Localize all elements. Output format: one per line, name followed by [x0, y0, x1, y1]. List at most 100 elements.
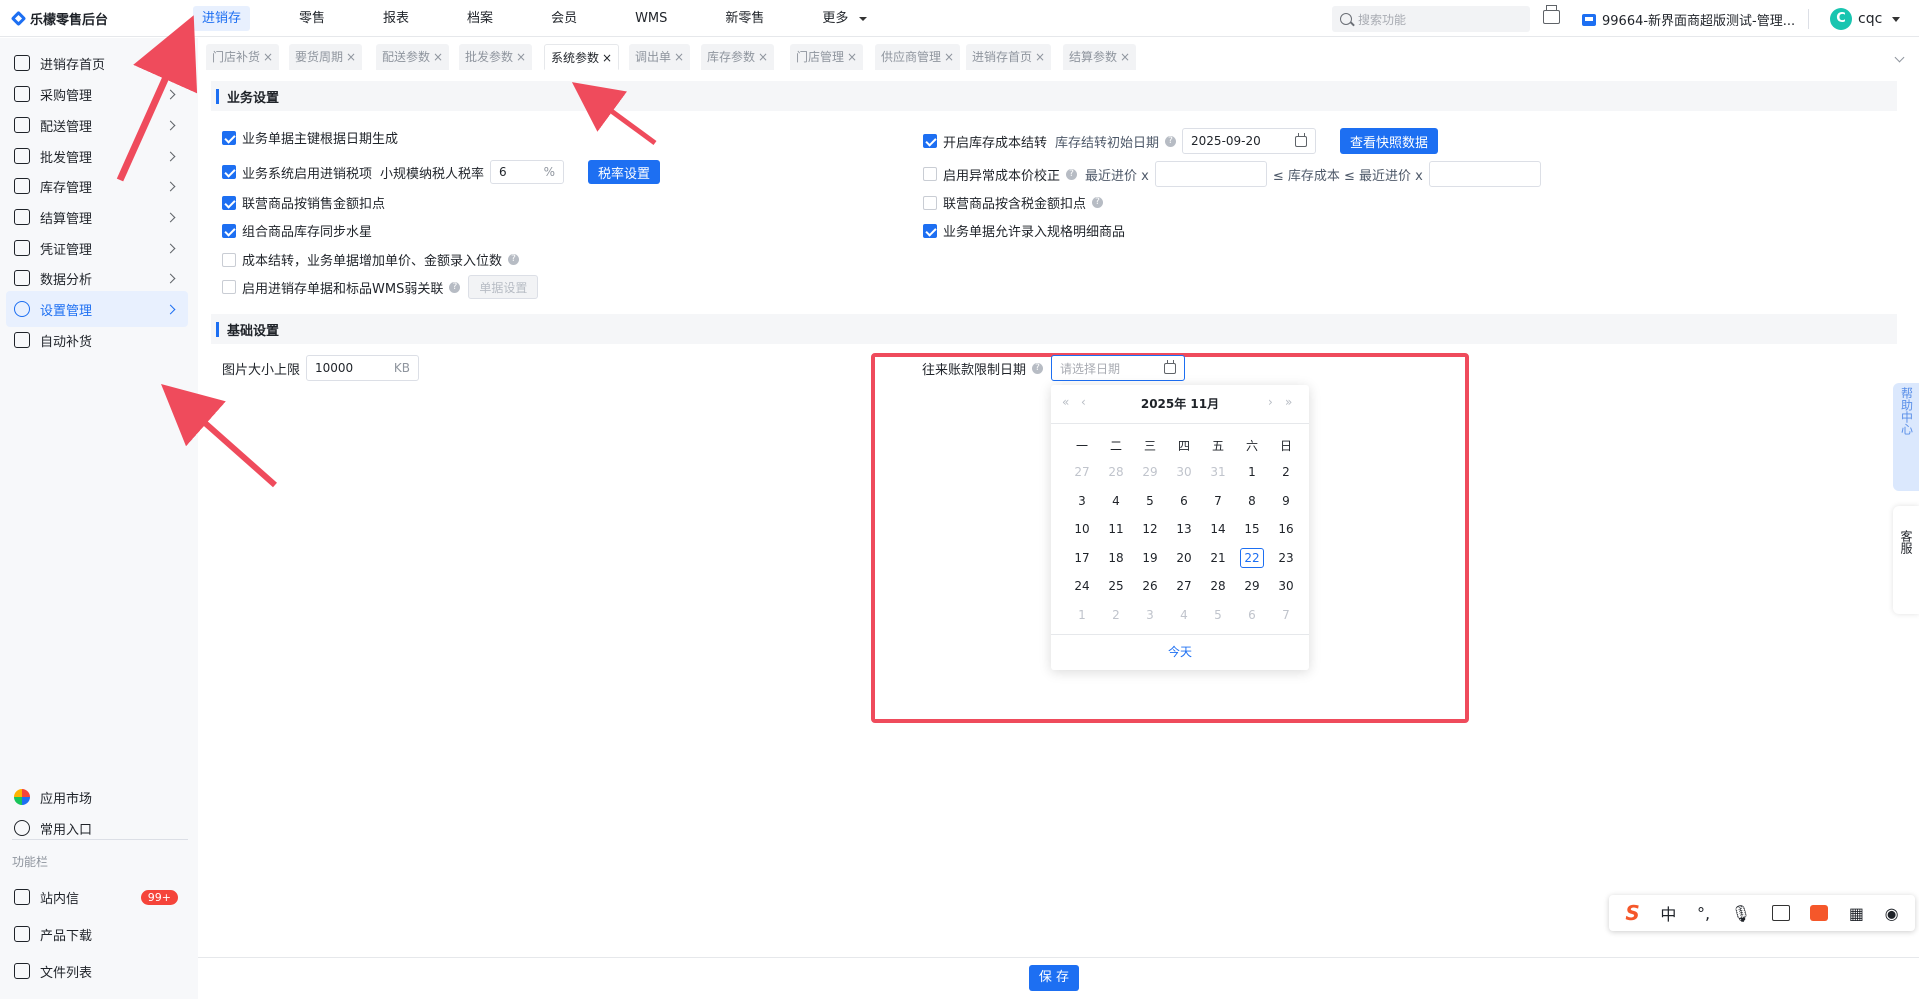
- tab-item[interactable]: 供应商管理 ×: [875, 44, 961, 70]
- tab-item[interactable]: 要货周期 ×: [289, 44, 363, 70]
- ar-limit-date-input[interactable]: 请选择日期: [1051, 355, 1185, 381]
- calendar-day[interactable]: 14: [1206, 519, 1230, 539]
- calendar-day[interactable]: 15: [1240, 519, 1264, 539]
- close-icon[interactable]: ×: [1035, 50, 1045, 64]
- sidebar-item-downloads[interactable]: 产品下载: [6, 916, 188, 952]
- image-limit-input[interactable]: 10000 KB: [306, 355, 420, 381]
- search-input[interactable]: 搜索功能: [1332, 6, 1530, 32]
- calendar-day[interactable]: 27: [1070, 462, 1094, 482]
- tab-item[interactable]: 门店管理 ×: [790, 44, 864, 70]
- close-icon[interactable]: ×: [847, 50, 857, 64]
- calendar-day[interactable]: 26: [1138, 576, 1162, 596]
- printer-icon[interactable]: [1543, 5, 1560, 24]
- calendar-day[interactable]: 28: [1104, 462, 1128, 482]
- skin-icon[interactable]: [1810, 905, 1829, 921]
- calendar-day[interactable]: 1: [1070, 605, 1094, 625]
- help-icon[interactable]: ?: [1092, 197, 1104, 208]
- tab-item[interactable]: 进销存首页 ×: [966, 44, 1052, 70]
- calendar-day[interactable]: 13: [1172, 519, 1196, 539]
- calendar-day[interactable]: 30: [1172, 462, 1196, 482]
- calendar-day[interactable]: 2: [1274, 462, 1298, 482]
- save-button[interactable]: 保 存: [1029, 965, 1079, 991]
- close-icon[interactable]: ×: [1120, 50, 1130, 64]
- checkbox-tax-items[interactable]: [222, 165, 236, 179]
- mascot-icon[interactable]: ◉: [1885, 904, 1899, 923]
- next-year-icon[interactable]: »: [1285, 395, 1292, 409]
- close-icon[interactable]: ×: [346, 50, 356, 64]
- calendar-day[interactable]: 17: [1070, 548, 1094, 568]
- checkbox-date-key[interactable]: [222, 130, 236, 145]
- document-settings-button[interactable]: 单据设置: [468, 275, 539, 299]
- help-icon[interactable]: ?: [508, 254, 520, 265]
- tax-rate-settings-button[interactable]: 税率设置: [588, 160, 661, 184]
- tab-item[interactable]: 门店补货 ×: [206, 44, 280, 70]
- help-icon[interactable]: ?: [1066, 168, 1078, 180]
- today-button[interactable]: 今天: [1051, 643, 1309, 660]
- calendar-day[interactable]: 29: [1138, 462, 1162, 482]
- close-icon[interactable]: ×: [263, 50, 273, 64]
- checkbox-cost-carryover[interactable]: [923, 134, 937, 148]
- calendar-day[interactable]: 16: [1274, 519, 1298, 539]
- calendar-day[interactable]: 1: [1240, 462, 1264, 482]
- calendar-day[interactable]: 23: [1274, 548, 1298, 568]
- topnav-item[interactable]: 零售: [290, 6, 334, 31]
- topnav-item[interactable]: 报表: [374, 6, 418, 31]
- checkbox-joint-sales-points[interactable]: [222, 195, 236, 210]
- calendar-day[interactable]: 30: [1274, 576, 1298, 596]
- view-snapshot-button[interactable]: 查看快照数据: [1340, 128, 1439, 154]
- calendar-day[interactable]: 4: [1104, 491, 1128, 511]
- calendar-day[interactable]: 3: [1070, 491, 1094, 511]
- calendar-day[interactable]: 5: [1138, 491, 1162, 511]
- help-icon[interactable]: ?: [1165, 135, 1177, 147]
- calendar-day[interactable]: 29: [1240, 576, 1264, 596]
- topnav-item[interactable]: WMS: [626, 6, 676, 31]
- topnav-item[interactable]: 新零售: [716, 6, 773, 31]
- calendar-day[interactable]: 10: [1070, 519, 1094, 539]
- help-icon[interactable]: ?: [449, 281, 461, 293]
- close-icon[interactable]: ×: [433, 50, 443, 64]
- min-multiplier-input[interactable]: [1154, 161, 1267, 187]
- app-logo[interactable]: 乐檬零售后台: [12, 9, 108, 28]
- tab-item[interactable]: 系统参数 ×: [544, 44, 620, 70]
- checkbox-cost-digits[interactable]: [222, 252, 236, 267]
- close-icon[interactable]: ×: [602, 51, 612, 65]
- ime-logo-icon[interactable]: S: [1625, 901, 1639, 925]
- calendar-day[interactable]: 21: [1206, 548, 1230, 568]
- calendar-day[interactable]: 20: [1172, 548, 1196, 568]
- checkbox-abnormal-cost[interactable]: [923, 167, 937, 181]
- topnav-item[interactable]: 更多: [813, 6, 857, 31]
- calendar-day[interactable]: 8: [1240, 491, 1264, 511]
- topnav-item[interactable]: 进销存: [193, 6, 251, 31]
- max-multiplier-input[interactable]: [1428, 161, 1541, 187]
- close-icon[interactable]: ×: [516, 50, 526, 64]
- ime-punctuation-icon[interactable]: °,: [1697, 904, 1710, 923]
- calendar-day[interactable]: 25: [1104, 576, 1128, 596]
- checkbox-spec-detail[interactable]: [923, 223, 937, 238]
- calendar-day[interactable]: 6: [1172, 491, 1196, 511]
- keyboard-icon[interactable]: [1771, 905, 1790, 921]
- calendar-day[interactable]: 7: [1206, 491, 1230, 511]
- tab-item[interactable]: 配送参数 ×: [376, 44, 450, 70]
- calendar-day[interactable]: 22: [1240, 547, 1264, 568]
- topnav-item[interactable]: 会员: [542, 6, 586, 31]
- tab-item[interactable]: 结算参数 ×: [1063, 44, 1137, 70]
- checkbox-joint-tax-points[interactable]: [923, 195, 937, 210]
- calendar-day[interactable]: 31: [1206, 462, 1230, 482]
- help-icon[interactable]: ?: [1032, 363, 1044, 374]
- topnav-item[interactable]: 档案: [458, 6, 502, 31]
- tab-item[interactable]: 批发参数 ×: [459, 44, 533, 70]
- microphone-icon[interactable]: 🎙︎: [1731, 904, 1751, 923]
- calendar-day[interactable]: 24: [1070, 576, 1094, 596]
- user-menu[interactable]: C cqc: [1830, 8, 1901, 30]
- customer-service-button[interactable]: 客服: [1893, 506, 1919, 614]
- next-month-icon[interactable]: ›: [1268, 395, 1273, 409]
- calendar-day[interactable]: 12: [1138, 519, 1162, 539]
- calendar-day[interactable]: 7: [1274, 605, 1298, 625]
- calendar-day[interactable]: 19: [1138, 548, 1162, 568]
- calendar-day[interactable]: 4: [1172, 605, 1196, 625]
- ime-mode[interactable]: 中: [1660, 901, 1676, 925]
- tab-item[interactable]: 调出单 ×: [629, 44, 691, 70]
- calendar-day[interactable]: 11: [1104, 519, 1128, 539]
- checkbox-combo-sync[interactable]: [222, 223, 236, 238]
- calendar-day[interactable]: 5: [1206, 605, 1230, 625]
